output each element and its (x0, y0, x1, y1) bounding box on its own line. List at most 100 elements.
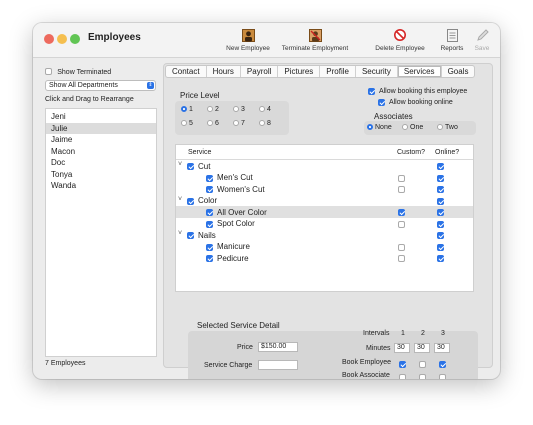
price-level-radio-6[interactable]: 6 (207, 120, 219, 127)
price-level-dot-3[interactable] (233, 106, 239, 113)
price-level-dot-8[interactable] (259, 120, 265, 127)
price-level-radio-3[interactable]: 3 (233, 106, 245, 113)
online-checkbox[interactable] (437, 186, 444, 194)
service-enabled-checkbox[interactable] (206, 220, 213, 228)
price-level-radio-8[interactable]: 8 (259, 120, 271, 127)
minutes-input-2[interactable]: 30 (414, 343, 430, 353)
save-button[interactable]: Save (470, 28, 494, 52)
minutes-input-1[interactable]: 30 (394, 343, 410, 353)
service-row[interactable]: ˅ Cut (176, 160, 473, 172)
tab-security[interactable]: Security (356, 66, 398, 77)
service-enabled-checkbox[interactable] (206, 255, 213, 263)
price-level-dot-4[interactable] (259, 106, 265, 113)
show-terminated-box[interactable] (45, 68, 52, 76)
price-level-radio-7[interactable]: 7 (233, 120, 245, 127)
price-level-radio-4[interactable]: 4 (259, 106, 271, 113)
service-enabled-checkbox[interactable] (206, 174, 213, 182)
service-enabled-checkbox[interactable] (206, 209, 213, 217)
disclosure-chevron-icon[interactable]: ˅ (178, 196, 182, 203)
associates-one-dot[interactable] (402, 124, 408, 131)
associates-none-radio[interactable]: None (367, 124, 392, 131)
custom-checkbox[interactable] (398, 220, 405, 228)
price-input[interactable]: $150.00 (258, 342, 298, 352)
employee-item-jaime[interactable]: Jaime (46, 134, 156, 146)
price-level-radio-5[interactable]: 5 (181, 120, 193, 127)
service-row[interactable]: Manicure (176, 241, 473, 253)
service-row[interactable]: Men's Cut (176, 172, 473, 184)
online-checkbox[interactable] (437, 174, 444, 182)
associates-none-dot[interactable] (367, 124, 373, 131)
book-associate-checkbox-1[interactable] (399, 374, 406, 379)
tab-goals[interactable]: Goals (442, 66, 475, 77)
employee-item-julie[interactable]: Julie (46, 122, 156, 134)
allow-booking-employee-box[interactable] (368, 88, 375, 95)
tab-profile[interactable]: Profile (320, 66, 356, 77)
employee-item-wanda[interactable]: Wanda (46, 180, 156, 192)
zoom-window-button[interactable] (70, 34, 80, 44)
price-level-dot-1[interactable] (181, 106, 187, 113)
book-employee-checkbox-2[interactable] (419, 361, 426, 369)
online-checkbox[interactable] (437, 220, 444, 228)
new-employee-button[interactable]: New Employee (222, 28, 274, 52)
terminate-employment-button[interactable]: Terminate Employment (277, 28, 353, 52)
custom-checkbox[interactable] (398, 186, 405, 194)
show-terminated-checkbox[interactable]: Show Terminated (45, 67, 111, 76)
minimize-window-button[interactable] (57, 34, 67, 44)
service-enabled-checkbox[interactable] (206, 243, 213, 251)
service-row[interactable]: All Over Color (176, 206, 473, 218)
disclosure-chevron-icon[interactable]: ˅ (178, 230, 182, 237)
online-checkbox[interactable] (437, 163, 444, 171)
price-level-dot-2[interactable] (207, 106, 213, 113)
tab-pictures[interactable]: Pictures (278, 66, 321, 77)
price-level-dot-6[interactable] (207, 120, 213, 127)
employee-item-tonya[interactable]: Tonya (46, 169, 156, 181)
employee-item-doc[interactable]: Doc (46, 157, 156, 169)
custom-checkbox[interactable] (398, 243, 405, 251)
delete-employee-button[interactable]: Delete Employee (371, 28, 429, 52)
employee-item-macon[interactable]: Macon (46, 146, 156, 158)
service-enabled-checkbox[interactable] (187, 197, 194, 205)
price-level-dot-7[interactable] (233, 120, 239, 127)
tab-hours[interactable]: Hours (207, 66, 241, 77)
allow-booking-online-box[interactable] (378, 99, 385, 106)
custom-checkbox[interactable] (398, 174, 405, 182)
service-enabled-checkbox[interactable] (187, 232, 194, 240)
service-charge-input[interactable] (258, 360, 298, 370)
employee-list[interactable]: Jeni Julie Jaime Macon Doc Tonya Wanda (45, 108, 157, 357)
associates-one-radio[interactable]: One (402, 124, 423, 131)
employee-item-jeni[interactable]: Jeni (46, 111, 156, 123)
department-select[interactable]: Show All Departments ⇕ (45, 80, 156, 91)
tab-services[interactable]: Services (397, 66, 442, 77)
price-level-radio-1[interactable]: 1 (181, 106, 193, 113)
reports-button[interactable]: Reports (437, 28, 467, 52)
tab-payroll[interactable]: Payroll (241, 66, 279, 77)
service-enabled-checkbox[interactable] (206, 186, 213, 194)
service-row[interactable]: ˅ Nails (176, 229, 473, 241)
associates-two-radio[interactable]: Two (437, 124, 458, 131)
services-table[interactable]: Service Custom? Online? ˅ Cut Men's Cut Wom… (175, 144, 474, 292)
minutes-input-3[interactable]: 30 (434, 343, 450, 353)
book-associate-checkbox-2[interactable] (419, 374, 426, 379)
custom-checkbox[interactable] (398, 209, 405, 217)
custom-checkbox[interactable] (398, 255, 405, 263)
book-employee-checkbox-3[interactable] (439, 361, 446, 369)
price-level-radio-2[interactable]: 2 (207, 106, 219, 113)
service-row[interactable]: Pedicure (176, 252, 473, 264)
service-enabled-checkbox[interactable] (187, 163, 194, 171)
book-employee-checkbox-1[interactable] (399, 361, 406, 369)
online-checkbox[interactable] (437, 255, 444, 263)
close-window-button[interactable] (44, 34, 54, 44)
allow-booking-online-checkbox[interactable]: Allow booking online (378, 99, 453, 106)
allow-booking-employee-checkbox[interactable]: Allow booking this employee (368, 88, 467, 95)
online-checkbox[interactable] (437, 197, 444, 205)
disclosure-chevron-icon[interactable]: ˅ (178, 161, 182, 168)
tab-contact[interactable]: Contact (166, 66, 207, 77)
service-row[interactable]: ˅ Color (176, 195, 473, 207)
service-row[interactable]: Women's Cut (176, 183, 473, 195)
online-checkbox[interactable] (437, 243, 444, 251)
book-associate-checkbox-3[interactable] (439, 374, 446, 379)
service-row[interactable]: Spot Color (176, 218, 473, 230)
associates-two-dot[interactable] (437, 124, 443, 131)
price-level-dot-5[interactable] (181, 120, 187, 127)
online-checkbox[interactable] (437, 209, 444, 217)
